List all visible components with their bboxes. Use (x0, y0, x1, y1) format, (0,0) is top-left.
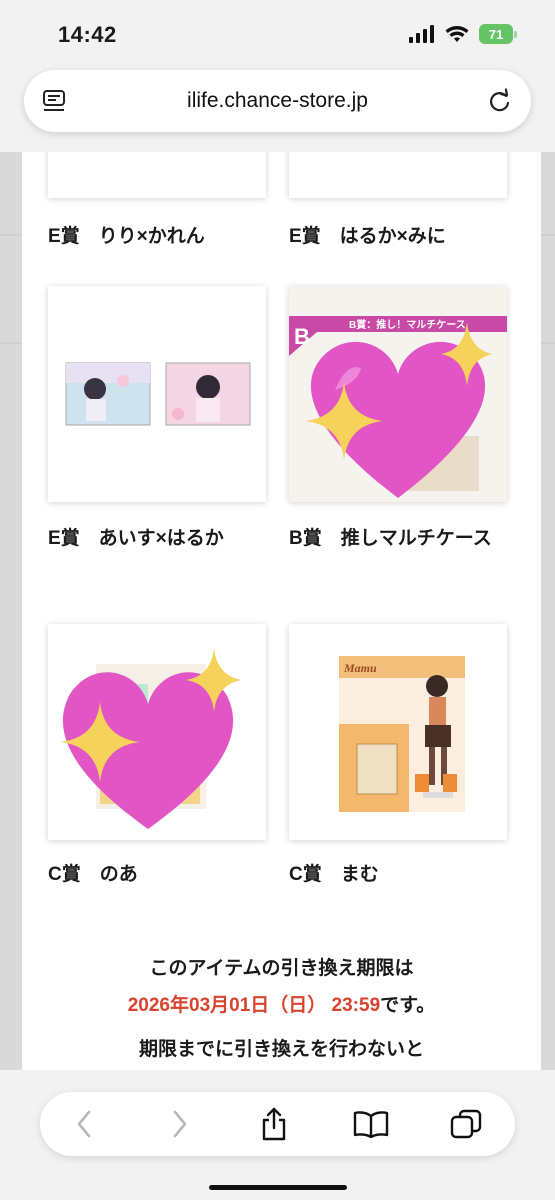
expiry-notice-line2: 2026年03月01日（日） 23:59です。 (22, 987, 541, 1024)
expiry-notice-line1: このアイテムの引き換え期限は (149, 958, 414, 979)
expiry-notice-line3: 期限までに引き換えを行わないと (138, 1039, 424, 1060)
multi-case-image: B B賞：推し！マルチケース (289, 286, 507, 502)
expiry-suffix: です。 (380, 995, 436, 1016)
forward-button[interactable] (162, 1106, 198, 1142)
book-icon (353, 1111, 389, 1138)
home-indicator (209, 1185, 347, 1190)
prize-card-c2[interactable]: Mamu (289, 624, 507, 840)
battery-level: 71 (479, 24, 513, 44)
prize-card-e2[interactable] (289, 152, 507, 198)
prize-card-c1[interactable] (48, 624, 266, 840)
prize-label: B賞 推しマルチケース (289, 528, 492, 549)
prize-card-e3[interactable] (48, 286, 266, 502)
toolbar-pill (40, 1092, 515, 1156)
acrylic-stand-mamu-image: Mamu (339, 656, 465, 812)
url-text[interactable]: ilife.chance-store.jp (24, 89, 531, 113)
wifi-icon (445, 26, 469, 42)
prize-label: E賞 りり×かれん (48, 226, 205, 247)
prize-card-b[interactable]: B B賞：推し！マルチケース (289, 286, 507, 502)
bookmarks-button[interactable] (353, 1106, 389, 1142)
status-time: 14:42 (58, 22, 117, 47)
chevron-left-icon (77, 1110, 91, 1138)
browser-header: ilife.chance-store.jp (0, 68, 555, 152)
photo-pair-image (65, 362, 251, 426)
expiry-date: 2026年03月01日（日） 23:59 (127, 995, 381, 1016)
prize-card-e1[interactable] (48, 152, 266, 198)
b-badge-text: B (294, 324, 310, 349)
prize-list-modal: E賞 りり×かれん E賞 はるか×みに B B賞：推し！マルチケース E賞 あい… (22, 152, 541, 1070)
prize-label: E賞 はるか×みに (289, 226, 446, 247)
tabs-button[interactable] (448, 1106, 484, 1142)
tabs-icon (450, 1109, 482, 1139)
share-icon (262, 1107, 286, 1141)
b-header-text: B賞：推し！マルチケース (349, 318, 466, 331)
share-button[interactable] (256, 1106, 292, 1142)
battery-indicator: 71 (479, 24, 517, 44)
prize-label: E賞 あいす×はるか (48, 528, 224, 549)
signal-icon (409, 25, 434, 43)
chevron-right-icon (173, 1110, 187, 1138)
status-icons: 71 (409, 24, 517, 44)
prize-label: C賞 のあ (48, 864, 138, 885)
acrylic-stand-image (60, 648, 242, 829)
browser-toolbar (0, 1070, 555, 1200)
status-bar: 14:42 71 (0, 0, 555, 68)
back-button[interactable] (66, 1106, 102, 1142)
reload-icon[interactable] (487, 87, 513, 115)
battery-cap (514, 30, 517, 38)
prize-label: C賞 まむ (289, 864, 379, 885)
address-bar[interactable]: ilife.chance-store.jp (24, 70, 531, 132)
stand-name-text: Mamu (343, 661, 377, 675)
